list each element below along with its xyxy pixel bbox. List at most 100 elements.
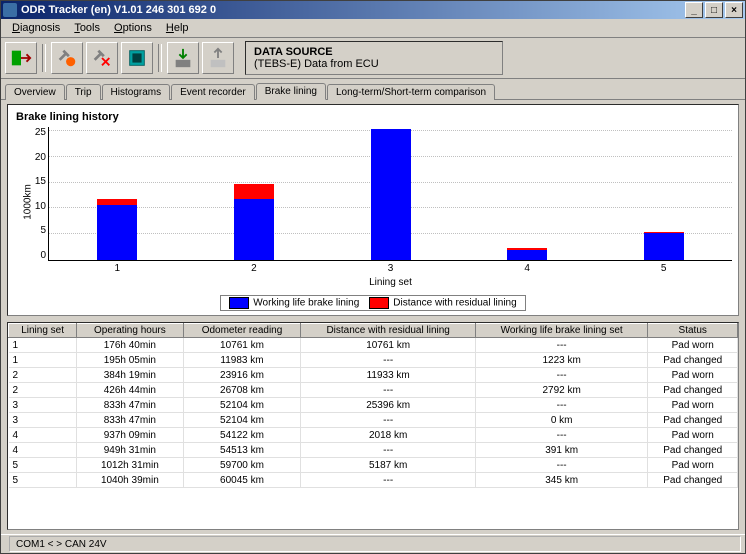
datasource-value: (TEBS-E) Data from ECU: [254, 58, 494, 70]
column-header[interactable]: Lining set: [9, 324, 77, 338]
table-cell: 1: [9, 353, 77, 368]
x-tick: 3: [388, 263, 394, 274]
connect-button[interactable]: [51, 42, 83, 74]
bar-group: [87, 199, 147, 260]
bar-group: [361, 129, 421, 260]
exit-button[interactable]: [5, 42, 37, 74]
table-cell: 0 km: [475, 413, 648, 428]
titlebar[interactable]: ODR Tracker (en) V1.01 246 301 692 0 _ □…: [1, 1, 745, 19]
tab-brake-lining[interactable]: Brake lining: [256, 83, 326, 100]
y-tick: 10: [35, 201, 46, 212]
tab-event-recorder[interactable]: Event recorder: [171, 84, 255, 100]
table-cell: ---: [475, 458, 648, 473]
table-cell: 4: [9, 443, 77, 458]
table-cell: 2: [9, 368, 77, 383]
table-cell: 833h 47min: [77, 398, 183, 413]
table-cell: 176h 40min: [77, 338, 183, 353]
column-header[interactable]: Distance with residual lining: [301, 324, 475, 338]
table-cell: 4: [9, 428, 77, 443]
table-cell: 3: [9, 398, 77, 413]
tab-histograms[interactable]: Histograms: [102, 84, 171, 100]
table-cell: Pad changed: [648, 413, 738, 428]
menu-diagnosis[interactable]: Diagnosis: [5, 21, 67, 35]
x-tick: 2: [251, 263, 257, 274]
column-header[interactable]: Odometer reading: [183, 324, 301, 338]
status-connection: COM1 < > CAN 24V: [9, 536, 741, 552]
table-row[interactable]: 4937h 09min54122 km2018 km---Pad worn: [9, 428, 738, 443]
chart-body: 1000km 2520151050 Lining set 12345: [14, 127, 732, 277]
y-tick: 5: [35, 225, 46, 236]
table-cell: Pad worn: [648, 398, 738, 413]
legend-item-working-life: Working life brake lining: [229, 297, 359, 309]
legend: Working life brake lining Distance with …: [220, 295, 525, 311]
table-cell: 11933 km: [301, 368, 475, 383]
menu-options[interactable]: Options: [107, 21, 159, 35]
table-cell: 52104 km: [183, 398, 301, 413]
x-tick: 5: [661, 263, 667, 274]
read-ecu-button[interactable]: [121, 42, 153, 74]
y-tick: 20: [35, 152, 46, 163]
legend-swatch-blue: [229, 297, 249, 309]
toolbar: DATA SOURCE (TEBS-E) Data from ECU: [1, 38, 745, 79]
y-tick: 15: [35, 176, 46, 187]
tab-overview[interactable]: Overview: [5, 84, 65, 100]
table-cell: Pad changed: [648, 443, 738, 458]
table-cell: Pad worn: [648, 458, 738, 473]
window-title: ODR Tracker (en) V1.01 246 301 692 0: [21, 4, 216, 16]
download-button[interactable]: [167, 42, 199, 74]
menu-tools[interactable]: Tools: [67, 21, 107, 35]
column-header[interactable]: Working life brake lining set: [475, 324, 648, 338]
tab-trip[interactable]: Trip: [66, 84, 101, 100]
table-cell: Pad worn: [648, 338, 738, 353]
table-cell: 11983 km: [183, 353, 301, 368]
column-header[interactable]: Operating hours: [77, 324, 183, 338]
tab-bar: Overview Trip Histograms Event recorder …: [1, 79, 745, 100]
disconnect-button[interactable]: [86, 42, 118, 74]
app-icon: [3, 3, 17, 17]
table-cell: Pad changed: [648, 353, 738, 368]
table-row[interactable]: 2384h 19min23916 km11933 km---Pad worn: [9, 368, 738, 383]
table-cell: 391 km: [475, 443, 648, 458]
toolbar-separator: [42, 44, 46, 72]
bar-working-life: [507, 250, 547, 260]
table-cell: 937h 09min: [77, 428, 183, 443]
table-row[interactable]: 3833h 47min52104 km25396 km---Pad worn: [9, 398, 738, 413]
table-cell: ---: [301, 443, 475, 458]
table-row[interactable]: 2426h 44min26708 km---2792 kmPad changed: [9, 383, 738, 398]
column-header[interactable]: Status: [648, 324, 738, 338]
table-row[interactable]: 51040h 39min60045 km---345 kmPad changed: [9, 473, 738, 488]
x-tick: 4: [524, 263, 530, 274]
minimize-button[interactable]: _: [685, 2, 703, 18]
table-cell: 26708 km: [183, 383, 301, 398]
status-bar: COM1 < > CAN 24V: [1, 534, 745, 553]
toolbar-separator: [158, 44, 162, 72]
y-tick: 0: [35, 250, 46, 261]
datasource-label: DATA SOURCE: [254, 46, 494, 58]
table-cell: ---: [475, 398, 648, 413]
table-row[interactable]: 51012h 31min59700 km5187 km---Pad worn: [9, 458, 738, 473]
table-cell: 23916 km: [183, 368, 301, 383]
data-table-wrap[interactable]: Lining setOperating hoursOdometer readin…: [7, 322, 739, 530]
table-cell: 54122 km: [183, 428, 301, 443]
upload-button[interactable]: [202, 42, 234, 74]
menu-help[interactable]: Help: [159, 21, 196, 35]
table-row[interactable]: 1195h 05min11983 km---1223 kmPad changed: [9, 353, 738, 368]
bar-group: [497, 248, 557, 260]
bar-group: [634, 232, 694, 260]
tab-longterm[interactable]: Long-term/Short-term comparison: [327, 84, 495, 100]
table-cell: Pad worn: [648, 428, 738, 443]
close-button[interactable]: ×: [725, 2, 743, 18]
table-row[interactable]: 3833h 47min52104 km---0 kmPad changed: [9, 413, 738, 428]
table-cell: 60045 km: [183, 473, 301, 488]
table-cell: 195h 05min: [77, 353, 183, 368]
table-cell: 5187 km: [301, 458, 475, 473]
table-cell: 5: [9, 473, 77, 488]
table-row[interactable]: 1176h 40min10761 km10761 km---Pad worn: [9, 338, 738, 353]
bar-residual: [234, 184, 274, 198]
y-tick: 25: [35, 127, 46, 138]
table-row[interactable]: 4949h 31min54513 km---391 kmPad changed: [9, 443, 738, 458]
table-cell: 1: [9, 338, 77, 353]
legend-swatch-red: [369, 297, 389, 309]
maximize-button[interactable]: □: [705, 2, 723, 18]
table-cell: 54513 km: [183, 443, 301, 458]
